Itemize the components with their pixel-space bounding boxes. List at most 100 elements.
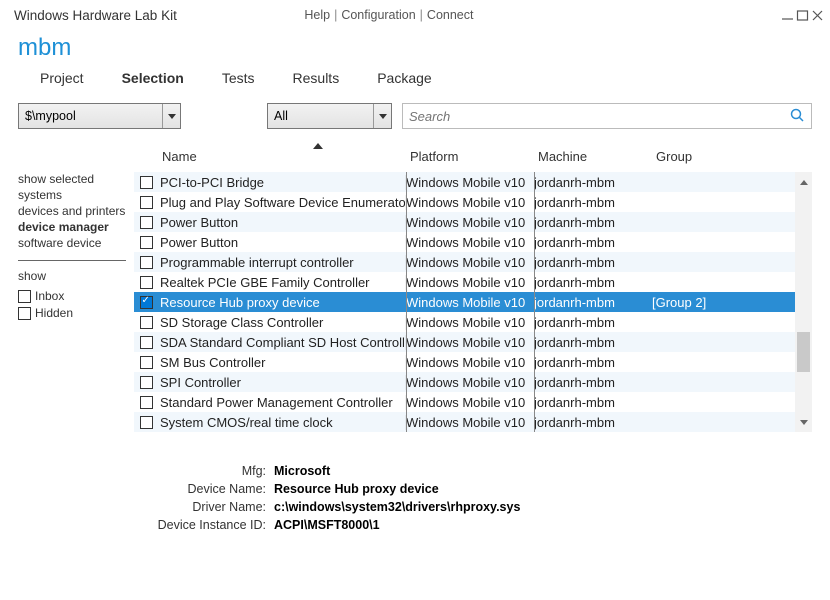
table-row[interactable]: SD Storage Class ControllerWindows Mobil… (134, 312, 812, 332)
table-row[interactable]: System CMOS/real time clockWindows Mobil… (134, 412, 812, 432)
device-instance-id-value: ACPI\MSFT8000\1 (274, 516, 380, 534)
tab-package[interactable]: Package (377, 70, 431, 88)
cell-machine: jordanrh-mbm (534, 175, 652, 190)
filter-select[interactable]: All (267, 103, 392, 129)
table-row[interactable]: Power ButtonWindows Mobile v10jordanrh-m… (134, 232, 812, 252)
cell-machine: jordanrh-mbm (534, 415, 652, 430)
scroll-up-icon[interactable] (795, 172, 812, 192)
tab-results[interactable]: Results (293, 70, 340, 88)
minimize-icon[interactable] (781, 9, 794, 22)
configuration-link[interactable]: Configuration (341, 8, 415, 22)
row-checkbox[interactable] (140, 256, 153, 269)
cell-platform: Windows Mobile v10 (406, 215, 534, 230)
tab-selection[interactable]: Selection (122, 70, 184, 88)
sidebar-view-show-selected[interactable]: show selected (18, 172, 126, 186)
scroll-thumb[interactable] (797, 332, 810, 372)
cell-machine: jordanrh-mbm (534, 235, 652, 250)
table-row[interactable]: SM Bus ControllerWindows Mobile v10jorda… (134, 352, 812, 372)
sidebar-view-devices-and-printers[interactable]: devices and printers (18, 204, 126, 218)
scroll-track[interactable] (795, 192, 812, 412)
row-checkbox[interactable] (140, 276, 153, 289)
cell-name: SD Storage Class Controller (158, 315, 406, 330)
row-checkbox[interactable] (140, 236, 153, 249)
column-divider (534, 172, 535, 432)
row-checkbox[interactable] (140, 316, 153, 329)
column-header-group[interactable]: Group (652, 144, 812, 172)
details-pane: Mfg:Microsoft Device Name:Resource Hub p… (148, 462, 812, 535)
help-link[interactable]: Help (304, 8, 330, 22)
table-row[interactable]: Realtek PCIe GBE Family ControllerWindow… (134, 272, 812, 292)
maximize-icon[interactable] (796, 9, 809, 22)
row-checkbox[interactable] (140, 396, 153, 409)
cell-machine: jordanrh-mbm (534, 375, 652, 390)
sidebar-view-device-manager[interactable]: device manager (18, 220, 126, 234)
checkbox-hidden[interactable] (18, 307, 31, 320)
cell-name: SDA Standard Compliant SD Host Controlle… (158, 335, 406, 350)
close-icon[interactable] (811, 9, 824, 22)
cell-platform: Windows Mobile v10 (406, 295, 534, 310)
search-icon[interactable] (789, 107, 805, 126)
cell-name: PCI-to-PCI Bridge (158, 175, 406, 190)
cell-name: Standard Power Management Controller (158, 395, 406, 410)
sidebar-view-systems[interactable]: systems (18, 188, 126, 202)
checkbox-inbox[interactable] (18, 290, 31, 303)
chevron-down-icon (373, 104, 391, 128)
cell-name: Power Button (158, 215, 406, 230)
filter-select-value: All (274, 109, 288, 123)
row-checkbox[interactable] (140, 216, 153, 229)
connect-link[interactable]: Connect (427, 8, 474, 22)
cell-platform: Windows Mobile v10 (406, 395, 534, 410)
chevron-down-icon (162, 104, 180, 128)
cell-platform: Windows Mobile v10 (406, 415, 534, 430)
cell-platform: Windows Mobile v10 (406, 175, 534, 190)
cell-name: Power Button (158, 235, 406, 250)
table-row[interactable]: SDA Standard Compliant SD Host Controlle… (134, 332, 812, 352)
row-checkbox[interactable] (140, 376, 153, 389)
cell-name: Resource Hub proxy device (158, 295, 406, 310)
cell-machine: jordanrh-mbm (534, 335, 652, 350)
pool-select[interactable]: $\mypool (18, 103, 181, 129)
column-header-platform[interactable]: Platform (406, 144, 534, 172)
table-row[interactable]: Programmable interrupt controllerWindows… (134, 252, 812, 272)
breadcrumb: mbm (18, 34, 812, 62)
driver-name-label: Driver Name: (148, 498, 266, 516)
cell-name: SM Bus Controller (158, 355, 406, 370)
column-header-machine[interactable]: Machine (534, 144, 652, 172)
device-grid: Name Platform Machine Group PCI-to-PCI B… (134, 144, 812, 432)
table-row[interactable]: SPI ControllerWindows Mobile v10jordanrh… (134, 372, 812, 392)
table-row[interactable]: PCI-to-PCI BridgeWindows Mobile v10jorda… (134, 172, 812, 192)
separator: | (334, 8, 337, 22)
table-row[interactable]: Resource Hub proxy deviceWindows Mobile … (134, 292, 812, 312)
search-input[interactable] (409, 109, 789, 124)
row-checkbox[interactable] (140, 356, 153, 369)
row-checkbox[interactable] (140, 416, 153, 429)
sidebar: show selected systems devices and printers… (18, 144, 126, 432)
table-row[interactable]: Plug and Play Software Device Enumerator… (134, 192, 812, 212)
vertical-scrollbar[interactable] (795, 172, 812, 432)
checkbox-label: Hidden (35, 306, 73, 320)
row-checkbox[interactable] (140, 336, 153, 349)
cell-machine: jordanrh-mbm (534, 395, 652, 410)
cell-machine: jordanrh-mbm (534, 295, 652, 310)
table-row[interactable]: Standard Power Management ControllerWind… (134, 392, 812, 412)
row-checkbox[interactable] (140, 196, 153, 209)
sidebar-view-software-device[interactable]: software device (18, 236, 126, 250)
column-header-name[interactable]: Name (158, 144, 406, 172)
tab-project[interactable]: Project (40, 70, 84, 88)
tab-tests[interactable]: Tests (222, 70, 255, 88)
cell-machine: jordanrh-mbm (534, 315, 652, 330)
cell-machine: jordanrh-mbm (534, 215, 652, 230)
cell-machine: jordanrh-mbm (534, 195, 652, 210)
cell-name: Plug and Play Software Device Enumerator (158, 195, 406, 210)
scroll-down-icon[interactable] (795, 412, 812, 432)
cell-platform: Windows Mobile v10 (406, 235, 534, 250)
search-box[interactable] (402, 103, 812, 129)
table-row[interactable]: Power ButtonWindows Mobile v10jordanrh-m… (134, 212, 812, 232)
cell-group: [Group 2] (652, 295, 812, 310)
row-checkbox[interactable] (140, 176, 153, 189)
cell-platform: Windows Mobile v10 (406, 195, 534, 210)
show-section-label: show (18, 269, 126, 283)
row-checkbox[interactable] (140, 296, 153, 309)
mfg-label: Mfg: (148, 462, 266, 480)
titlebar-links: Help | Configuration | Connect (304, 8, 653, 22)
